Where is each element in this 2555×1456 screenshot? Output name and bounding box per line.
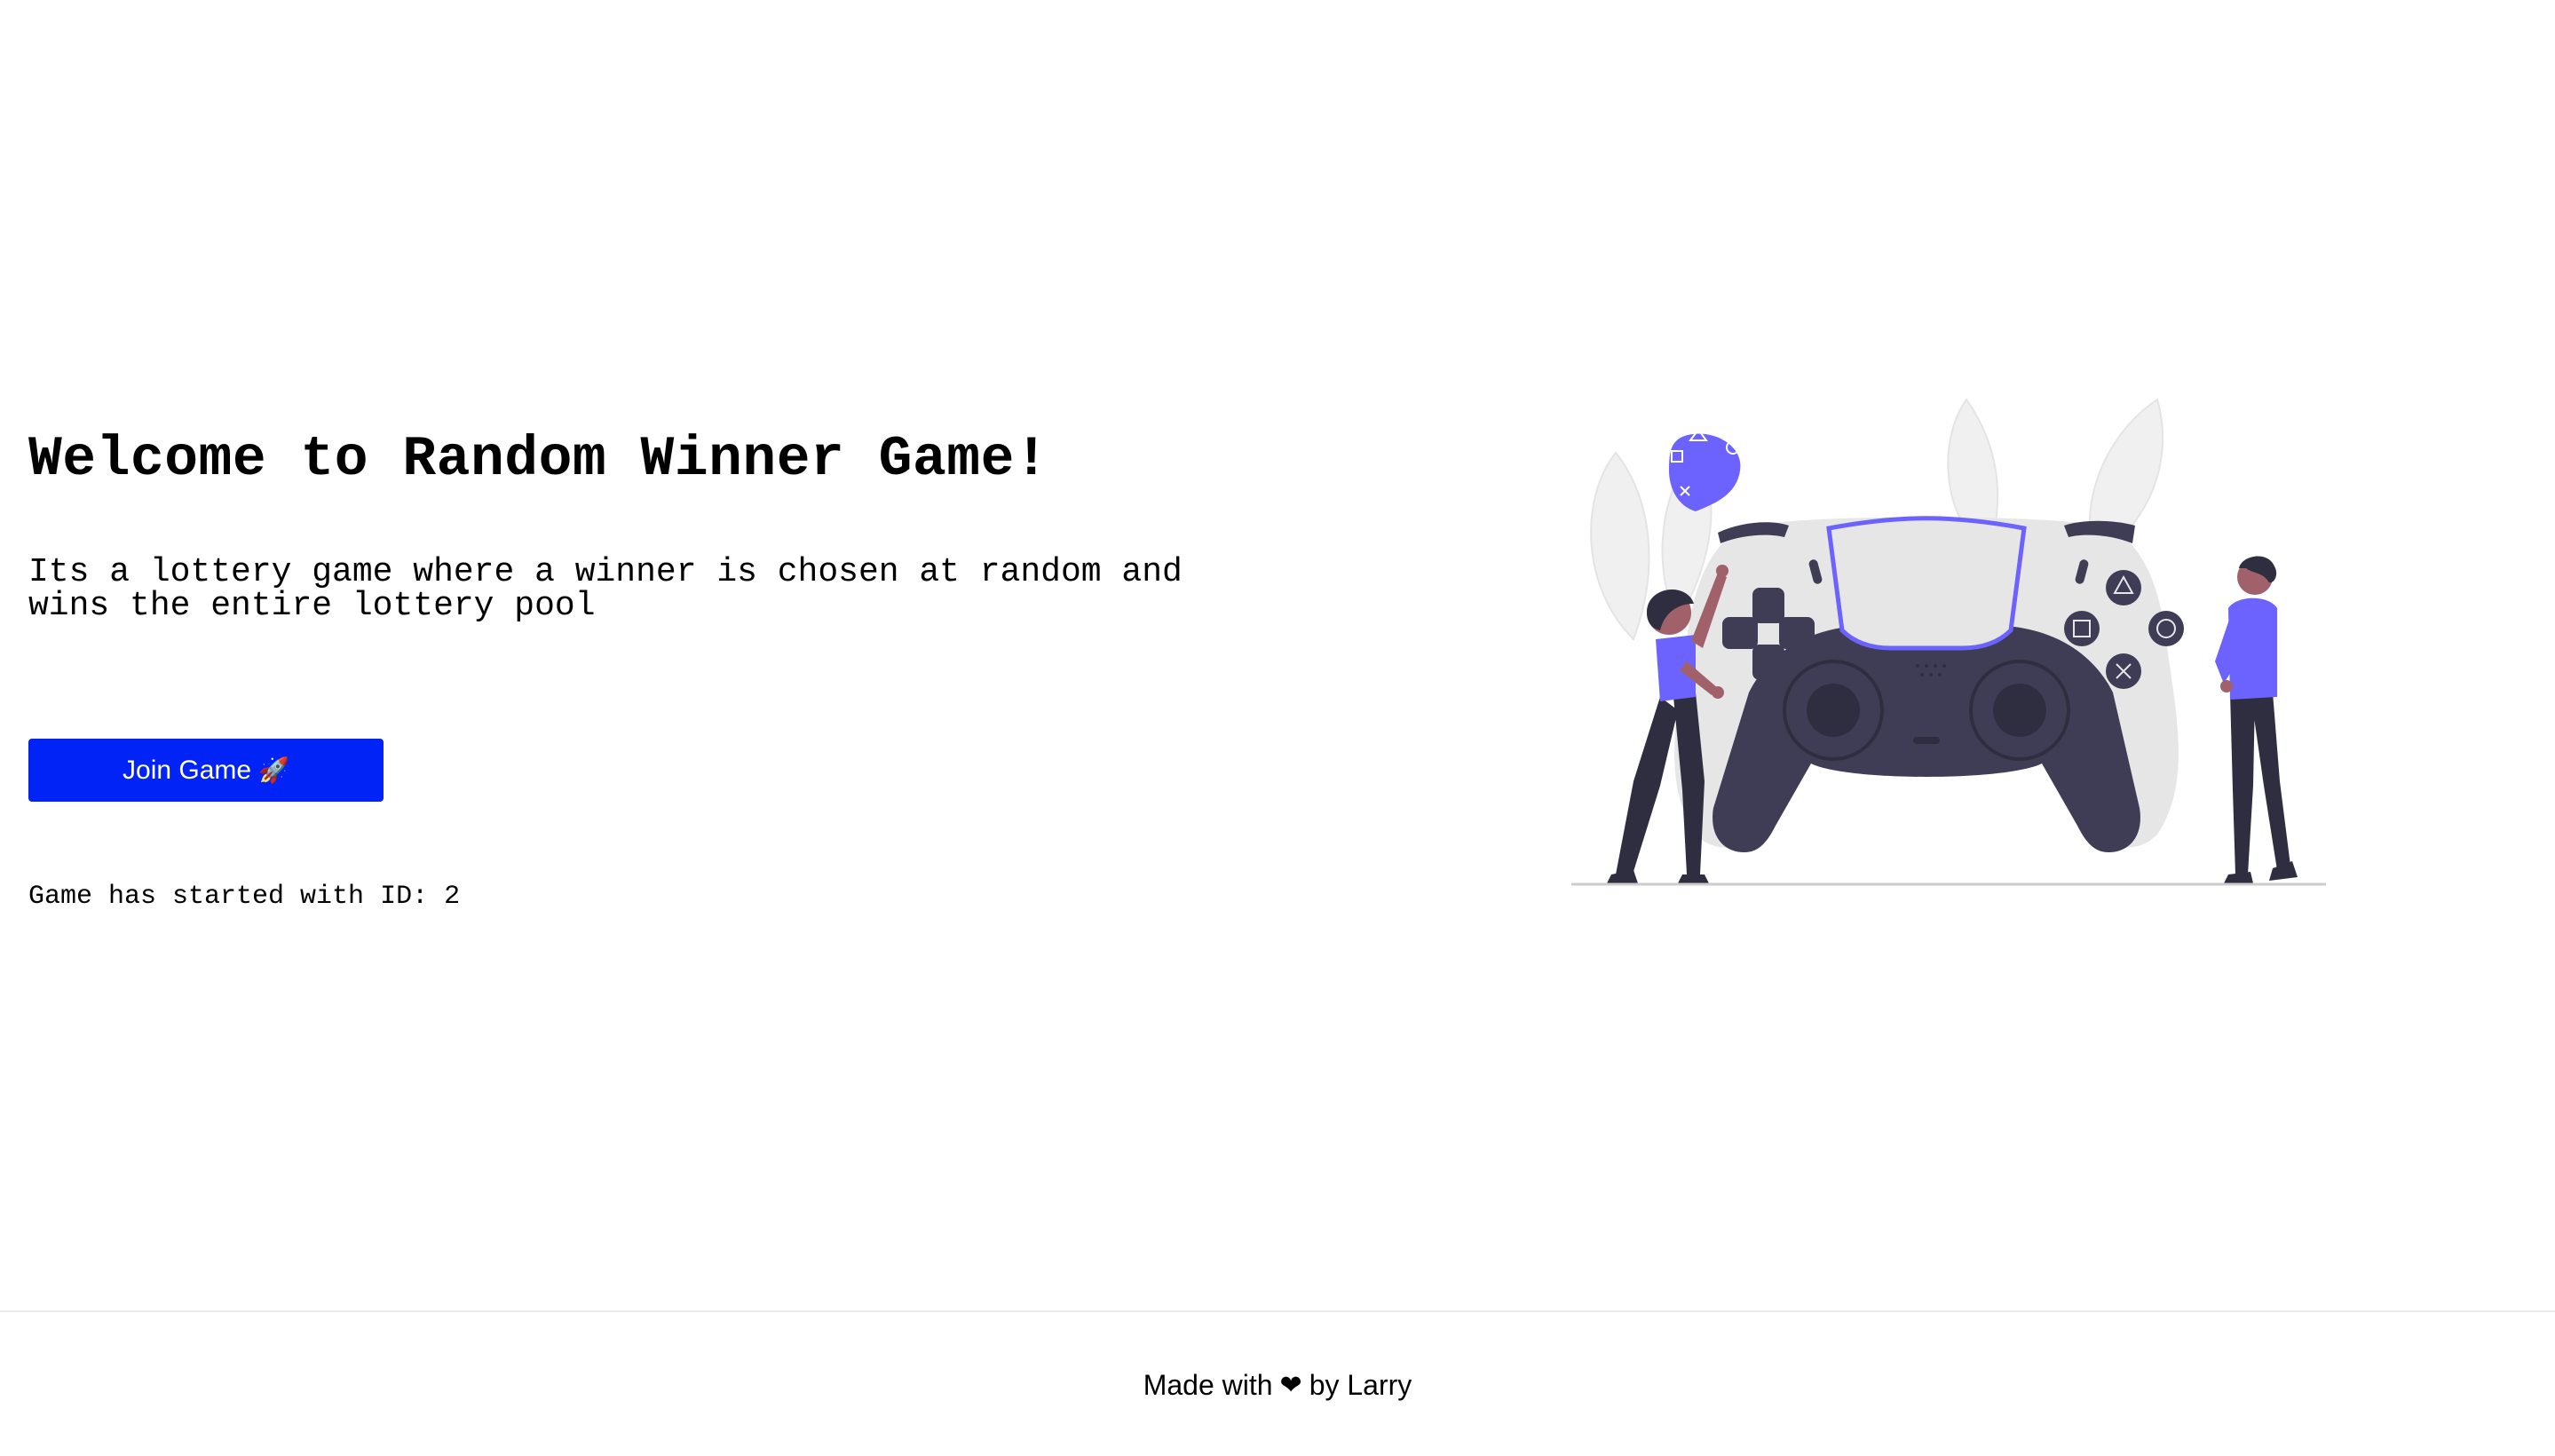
footer: Made with ❤ by Larry <box>0 1310 2555 1456</box>
page-title: Welcome to Random Winner Game! <box>28 428 1049 491</box>
hero-section: Welcome to Random Winner Game! Its a lot… <box>28 417 1183 912</box>
heart-icon: ❤ <box>1279 1370 1302 1400</box>
man-figure-icon <box>2215 556 2298 883</box>
footer-text-author: by Larry <box>1309 1368 1412 1401</box>
floating-shapes-icon <box>1669 428 1741 511</box>
join-game-button-label: Join Game <box>123 755 252 785</box>
controller-icon <box>1674 516 2179 852</box>
join-game-button[interactable]: Join Game 🚀 <box>28 739 384 802</box>
game-status-text: Game has started with ID: 2 <box>28 882 461 912</box>
game-description: Its a lottery game where a winner is cho… <box>28 553 1183 625</box>
game-controller-illustration <box>1571 398 2326 886</box>
main-content: Welcome to Random Winner Game! Its a lot… <box>0 0 2555 1310</box>
rocket-icon: 🚀 <box>258 756 289 784</box>
footer-text-made-with: Made with <box>1143 1368 1273 1401</box>
